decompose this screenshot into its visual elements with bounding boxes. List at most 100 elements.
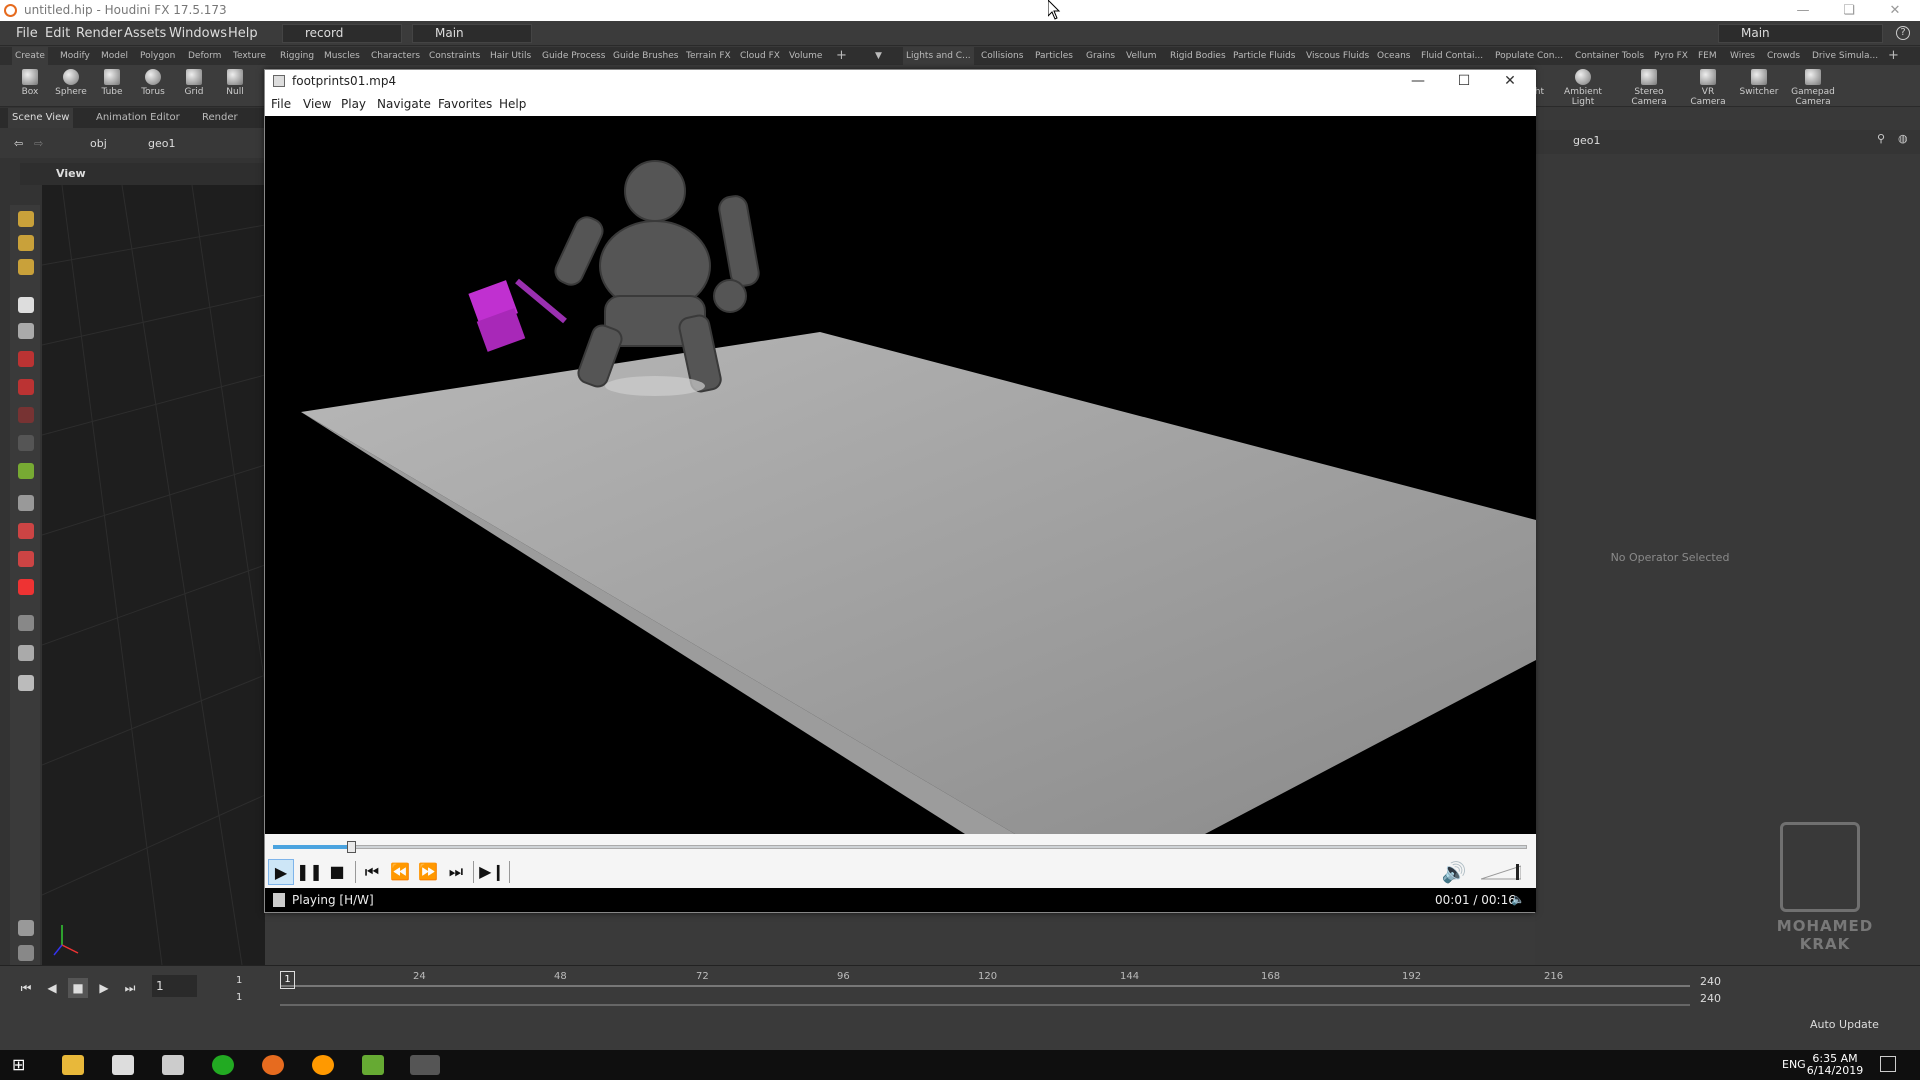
- mail-icon[interactable]: [162, 1055, 184, 1075]
- tab-render-view[interactable]: Render View: [198, 108, 265, 143]
- rewind-button[interactable]: ⏪: [387, 859, 413, 885]
- end-frame[interactable]: 240: [1700, 975, 1721, 988]
- shelf-tab-texture[interactable]: Texture: [233, 47, 266, 65]
- range-start-2[interactable]: 1: [236, 992, 242, 1003]
- shelf-tab-model[interactable]: Model: [101, 47, 128, 65]
- player-menu-help[interactable]: Help: [499, 92, 526, 116]
- store-icon[interactable]: [112, 1055, 134, 1075]
- forward-arrow-icon[interactable]: ⇨: [34, 135, 43, 152]
- tool-stereo-camera[interactable]: Stereo Camera: [1624, 67, 1674, 107]
- player-menu-favorites[interactable]: Favorites: [438, 92, 492, 116]
- step-back-icon[interactable]: ◀: [42, 978, 62, 998]
- stop-playback-icon[interactable]: ■: [68, 978, 88, 998]
- tool-box[interactable]: Box: [8, 67, 52, 97]
- pivot-icon[interactable]: [18, 463, 34, 479]
- shelf-tab-grains[interactable]: Grains: [1086, 47, 1115, 65]
- shelf-tab-modify[interactable]: Modify: [60, 47, 90, 65]
- stop-button[interactable]: ■: [324, 859, 350, 885]
- notifications-icon[interactable]: [1880, 1056, 1896, 1072]
- tool-sphere[interactable]: Sphere: [49, 67, 93, 97]
- timeline[interactable]: 1 24 48 72 96 120 144 168 192 216: [280, 971, 1690, 1011]
- menu-edit[interactable]: Edit: [45, 21, 70, 46]
- snap-edge-icon[interactable]: [18, 435, 34, 451]
- play-button[interactable]: ▶: [268, 859, 294, 885]
- playhead[interactable]: 1: [280, 971, 295, 989]
- handle-tool-icon[interactable]: [18, 235, 34, 251]
- pose-icon[interactable]: [18, 675, 34, 691]
- tool-switcher[interactable]: Switcher: [1734, 67, 1784, 97]
- tool-torus[interactable]: Torus: [131, 67, 175, 97]
- shelf-tab-polygon[interactable]: Polygon: [140, 47, 175, 65]
- chrome-icon[interactable]: [212, 1055, 234, 1075]
- next-button[interactable]: ⏭: [443, 859, 469, 885]
- shelf-tab-rigging[interactable]: Rigging: [280, 47, 314, 65]
- shelf-tab-vellum[interactable]: Vellum: [1126, 47, 1156, 65]
- shelf-tab-fem[interactable]: FEM: [1698, 47, 1717, 65]
- player-menu-file[interactable]: File: [271, 92, 291, 116]
- restore-icon[interactable]: ❏: [1826, 0, 1872, 21]
- magnet-alt-icon[interactable]: [18, 551, 34, 567]
- tool-tube[interactable]: Tube: [90, 67, 134, 97]
- jump-start-icon[interactable]: ⏮: [16, 978, 36, 998]
- add-shelf-icon[interactable]: +: [836, 47, 847, 65]
- 3d-viewport[interactable]: [42, 185, 265, 965]
- shelf-tab-crowds[interactable]: Crowds: [1767, 47, 1800, 65]
- video-frame[interactable]: [265, 116, 1536, 834]
- shelf-tab-deform[interactable]: Deform: [188, 47, 221, 65]
- end-frame-2[interactable]: 240: [1700, 992, 1721, 1005]
- file-explorer-icon[interactable]: [62, 1055, 84, 1075]
- path-geo1[interactable]: geo1: [128, 135, 188, 152]
- play-forward-icon[interactable]: ▶: [94, 978, 114, 998]
- shelf-tab-drive-simulation[interactable]: Drive Simula...: [1812, 47, 1878, 65]
- pause-button[interactable]: ❚❚: [296, 859, 323, 885]
- seek-bar[interactable]: [265, 834, 1536, 856]
- camera-tool-icon[interactable]: [18, 615, 34, 631]
- shelf-tab-collisions[interactable]: Collisions: [981, 47, 1023, 65]
- sphere-tool-icon[interactable]: [18, 945, 34, 961]
- shelf-tab-populate-containers[interactable]: Populate Con...: [1495, 47, 1563, 65]
- menu-render[interactable]: Render: [76, 21, 122, 46]
- paint-tool-icon[interactable]: [18, 259, 34, 275]
- shelf-menu-icon[interactable]: ▼: [875, 47, 882, 65]
- shelf-tab-particles[interactable]: Particles: [1035, 47, 1073, 65]
- orbit-icon[interactable]: [18, 645, 34, 661]
- shelf-tab-rigid-bodies[interactable]: Rigid Bodies: [1170, 47, 1226, 65]
- menu-help[interactable]: Help: [228, 21, 258, 46]
- context-selector[interactable]: Main: [412, 24, 532, 43]
- snap-icon[interactable]: [18, 351, 34, 367]
- fast-forward-button[interactable]: ⏩: [415, 859, 441, 885]
- media-player-taskbar-icon[interactable]: [410, 1055, 440, 1075]
- seek-thumb[interactable]: [347, 841, 356, 853]
- back-arrow-icon[interactable]: ⇦: [14, 135, 23, 152]
- tab-scene-view[interactable]: Scene View: [8, 108, 74, 128]
- shelf-tab-particle-fluids[interactable]: Particle Fluids: [1233, 47, 1295, 65]
- shelf-tab-muscles[interactable]: Muscles: [324, 47, 360, 65]
- seek-track[interactable]: [273, 845, 1527, 849]
- tool-gamepad-camera[interactable]: Gamepad Camera: [1785, 67, 1841, 107]
- help-icon[interactable]: ?: [1896, 26, 1910, 40]
- player-menu-play[interactable]: Play: [341, 92, 366, 116]
- tab-animation-editor[interactable]: Animation Editor: [92, 108, 184, 128]
- player-close-icon[interactable]: ✕: [1487, 70, 1533, 92]
- brush-icon[interactable]: [18, 920, 34, 936]
- volume-slider[interactable]: [1481, 864, 1521, 880]
- player-menu-view[interactable]: View: [303, 92, 331, 116]
- shelf-tab-guide-brushes[interactable]: Guide Brushes: [613, 47, 679, 65]
- select-tool-icon[interactable]: [18, 211, 34, 227]
- shelf-tab-hair-utils[interactable]: Hair Utils: [490, 47, 531, 65]
- magnet-red-icon[interactable]: [18, 579, 34, 595]
- menu-file[interactable]: File: [16, 21, 38, 46]
- frame-step-button[interactable]: ▶❙: [479, 859, 505, 885]
- houdini-taskbar-icon[interactable]: [262, 1055, 284, 1075]
- player-minimize-icon[interactable]: —: [1395, 70, 1441, 92]
- shelf-tab-characters[interactable]: Characters: [371, 47, 420, 65]
- previous-button[interactable]: ⏮: [359, 859, 385, 885]
- add-shelf-right-icon[interactable]: +: [1888, 47, 1899, 65]
- timeline-range-bar[interactable]: [280, 1004, 1690, 1006]
- menu-assets[interactable]: Assets: [124, 21, 166, 46]
- menu-windows[interactable]: Windows: [169, 21, 227, 46]
- jump-end-icon[interactable]: ⏭: [120, 978, 140, 998]
- close-icon[interactable]: ✕: [1872, 0, 1918, 21]
- player-menu-navigate[interactable]: Navigate: [377, 92, 431, 116]
- shelf-tab-volume[interactable]: Volume: [789, 47, 822, 65]
